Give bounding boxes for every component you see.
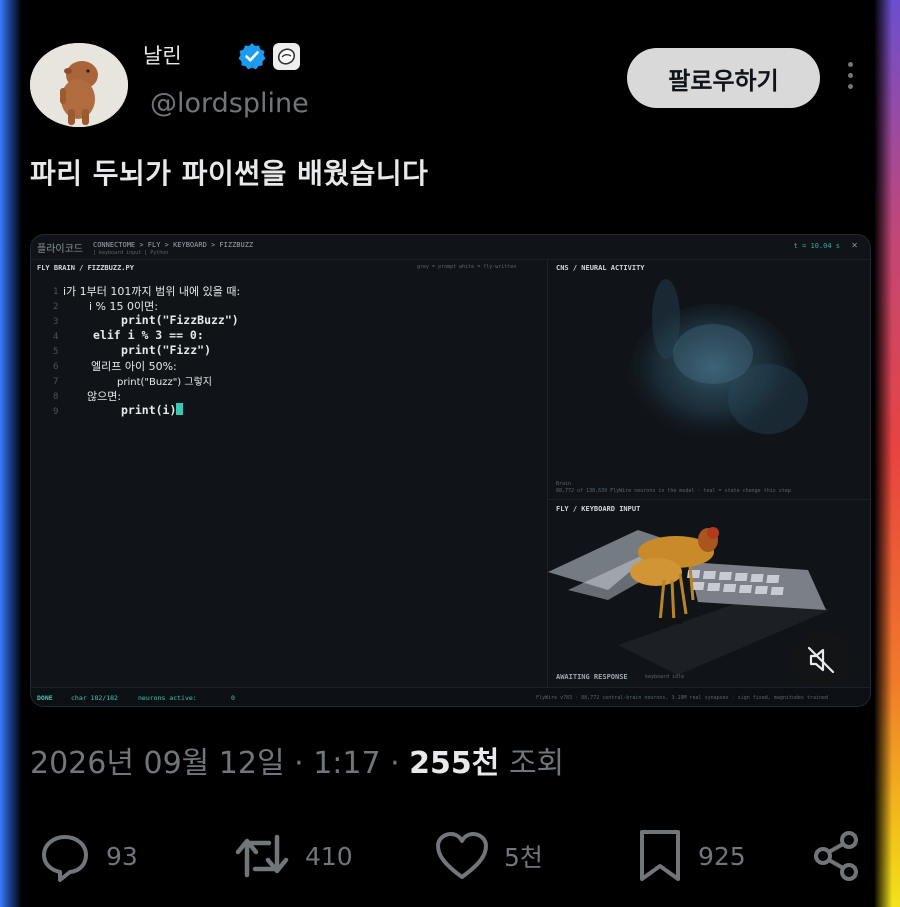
- line-number: 4: [53, 332, 59, 342]
- cns-caption-line-1: Brain: [556, 481, 572, 487]
- breadcrumb-sub: [ keyboard input ] Python: [93, 250, 169, 256]
- affiliate-badge-icon[interactable]: [273, 43, 300, 70]
- status-char: char 182/182: [71, 694, 118, 702]
- neural-activity-panel: CNS / NEURAL ACTIVITY Brain 88,772 of 13…: [548, 259, 870, 500]
- cns-caption: Brain 88,772 of 138,639 FlyWire neurons …: [556, 481, 791, 495]
- share-icon: [814, 831, 858, 881]
- code-editor-panel: FLY BRAIN / FIZZBUZZ.PY grey = prompt wh…: [31, 259, 548, 687]
- line-number: 8: [53, 392, 59, 402]
- code-line: i % 15 0이면:: [89, 300, 158, 313]
- like-count: 5천: [504, 843, 543, 872]
- like-button[interactable]: 5천: [434, 826, 543, 886]
- tweet-media-video[interactable]: 플라이코드 CONNECTOME > FLY > KEYBOARD > FIZZ…: [30, 234, 871, 707]
- app-title: 플라이코드: [37, 244, 83, 255]
- bookmark-icon: [640, 830, 680, 881]
- line-number: 6: [53, 362, 59, 372]
- keyboard-status: keyboard idle: [645, 674, 685, 680]
- code-line-last: print(i): [121, 403, 184, 417]
- share-button[interactable]: [811, 826, 863, 886]
- close-icon: ✕: [851, 241, 858, 250]
- tweet-text: 파리 두뇌가 파이썬을 배웠습니다: [30, 157, 429, 190]
- line-number: 7: [53, 377, 59, 387]
- line-number: 3: [53, 317, 59, 327]
- avatar[interactable]: [30, 43, 128, 127]
- code-line: 엘리프 아이 50%:: [91, 360, 177, 373]
- line-number: 5: [53, 347, 59, 357]
- editor-title: FLY BRAIN / FIZZBUZZ.PY: [37, 264, 134, 272]
- tweet-meta: 2026년 09월 12일 · 1:17 · 255천 조회: [30, 746, 565, 781]
- reply-count: 93: [106, 841, 138, 871]
- awaiting-status: AWAITING RESPONSE: [556, 673, 628, 681]
- breadcrumb: CONNECTOME > FLY > KEYBOARD > FIZZBUZZ: [93, 241, 254, 249]
- bookmark-count: 925: [698, 841, 746, 871]
- author-name[interactable]: 날린: [143, 40, 182, 70]
- tweet-time[interactable]: 1:17: [313, 746, 380, 781]
- repost-button[interactable]: 410: [233, 826, 353, 886]
- left-edge-glow: [0, 0, 22, 907]
- text-cursor: [176, 403, 184, 415]
- code-line: i가 1부터 101까지 범위 내에 있을 때:: [63, 285, 241, 298]
- brain-neuron-render: [628, 279, 808, 444]
- code-line-text: print(i): [121, 403, 177, 417]
- author-handle[interactable]: @lordspline: [150, 88, 309, 119]
- code-line: 않으면:: [87, 390, 122, 403]
- editor-legend: grey = prompt white = fly-written: [417, 264, 517, 270]
- repost-count: 410: [305, 841, 353, 871]
- code-line: print("Buzz") 그렇지: [117, 377, 212, 388]
- verified-badge-icon[interactable]: [238, 42, 266, 70]
- code-line: elif i % 3 == 0:: [93, 328, 204, 342]
- status-neurons-label: neurons active:: [138, 694, 197, 702]
- line-number: 1: [53, 287, 59, 297]
- tweet-date[interactable]: 2026년 09월 12일: [30, 746, 285, 781]
- views-label: 조회: [508, 746, 565, 781]
- capybara-avatar-image: [30, 43, 128, 127]
- line-number: 2: [53, 302, 59, 312]
- more-icon[interactable]: [838, 62, 862, 96]
- fly-keyboard-panel: FLY / KEYBOARD INPUT AWAITING RESPONSE k…: [548, 500, 870, 689]
- sim-timer: t = 10.04 s: [793, 242, 840, 250]
- bookmark-button[interactable]: 925: [636, 826, 746, 886]
- status-done: DONE: [37, 694, 53, 702]
- status-bar: DONE char 182/182 neurons active: 0 FlyW…: [31, 687, 870, 706]
- status-neurons-value: 0: [231, 694, 235, 702]
- right-edge-glow: [874, 0, 900, 907]
- follow-button[interactable]: 팔로우하기: [627, 48, 820, 108]
- mute-icon[interactable]: [792, 631, 850, 689]
- repost-icon: [235, 834, 289, 878]
- code-line: print("Fizz"): [121, 343, 212, 357]
- action-bar: 93 410 5천 925: [0, 826, 900, 886]
- status-model-info: FlyWire v783 · 88,772 central-brain neur…: [536, 695, 828, 701]
- views-count: 255천: [409, 746, 500, 781]
- app-topbar: 플라이코드 CONNECTOME > FLY > KEYBOARD > FIZZ…: [31, 235, 870, 260]
- code-line: print("FizzBuzz"): [121, 313, 239, 327]
- reply-icon: [42, 835, 88, 882]
- cns-caption-line-2: 88,772 of 138,639 FlyWire neurons in the…: [556, 488, 791, 494]
- reply-button[interactable]: 93: [38, 826, 138, 886]
- line-number: 9: [53, 407, 59, 417]
- like-icon: [436, 832, 488, 879]
